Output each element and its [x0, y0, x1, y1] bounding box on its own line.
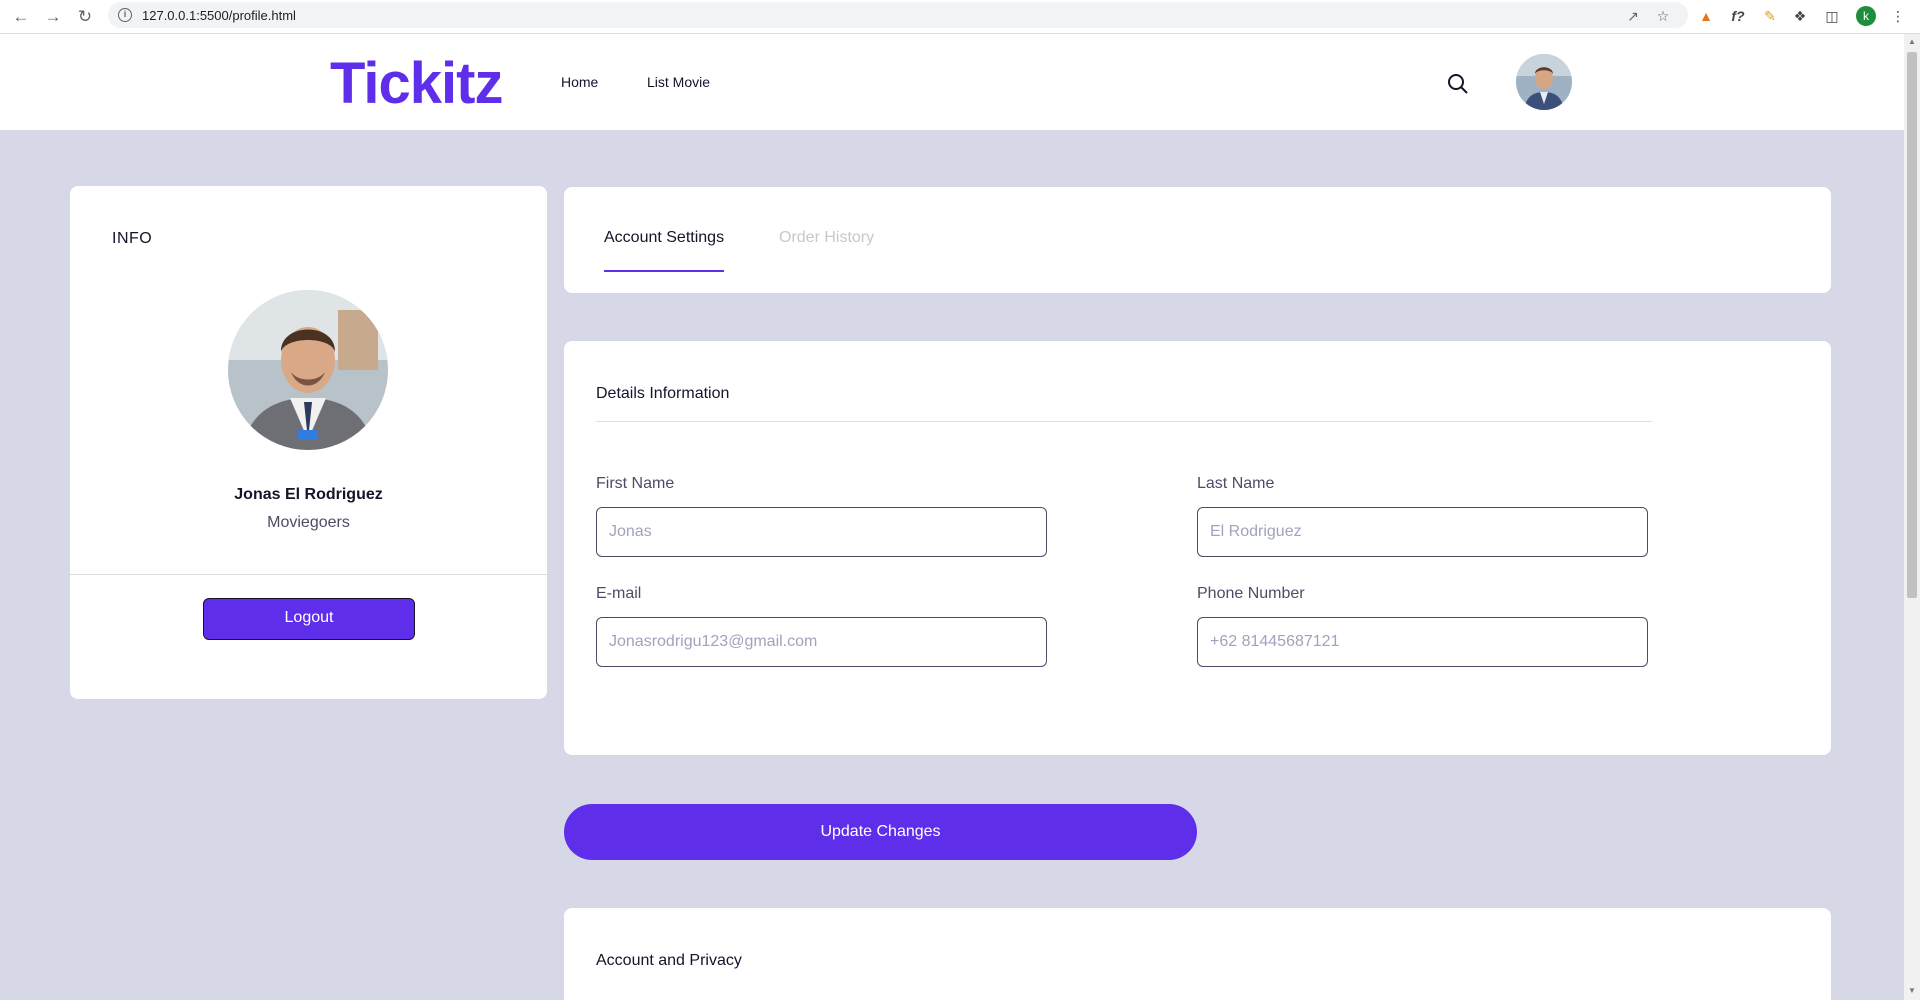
share-icon[interactable]: ↗: [1624, 7, 1642, 25]
divider: [596, 421, 1652, 422]
update-changes-button[interactable]: Update Changes: [564, 804, 1197, 860]
scroll-thumb[interactable]: [1907, 52, 1917, 598]
user-name: Jonas El Rodriguez: [234, 486, 383, 503]
settings-tabs: Account Settings Order History: [564, 187, 1831, 293]
details-information-card: Details Information First Name Last Name…: [564, 341, 1831, 755]
tab-order-history[interactable]: Order History: [779, 229, 874, 247]
last-name-label: Last Name: [1197, 475, 1275, 492]
metamask-extension-icon[interactable]: ▲: [1696, 6, 1716, 26]
phone-number-input[interactable]: [1197, 617, 1648, 667]
divider: [70, 574, 547, 575]
details-title: Details Information: [596, 385, 730, 402]
site-info-icon[interactable]: i: [118, 8, 132, 22]
browser-toolbar: ← → ↻ i 127.0.0.1:5500/profile.html ↗ ☆ …: [0, 0, 1920, 34]
last-name-input[interactable]: [1197, 507, 1648, 557]
logo[interactable]: Tickitz: [330, 50, 503, 117]
browser-profile-avatar[interactable]: k: [1856, 6, 1876, 26]
profile-info-card: INFO Jonas El Rodriguez Moviegoers Logou…: [70, 186, 547, 699]
page-scrollbar[interactable]: ▲ ▼: [1904, 34, 1920, 1000]
user-role: Moviegoers: [267, 514, 350, 531]
first-name-input[interactable]: [596, 507, 1047, 557]
phone-number-label: Phone Number: [1197, 585, 1305, 602]
email-label: E-mail: [596, 585, 642, 602]
back-icon[interactable]: ←: [10, 6, 32, 28]
address-bar[interactable]: i 127.0.0.1:5500/profile.html ↗ ☆: [108, 2, 1688, 28]
side-panel-icon[interactable]: ◫: [1822, 6, 1842, 26]
color-picker-extension-icon[interactable]: ✎: [1760, 6, 1780, 26]
header-avatar[interactable]: [1516, 54, 1572, 110]
tab-account-settings[interactable]: Account Settings: [604, 229, 724, 247]
forward-icon[interactable]: →: [42, 6, 64, 28]
account-privacy-card: Account and Privacy: [564, 908, 1831, 1000]
search-icon[interactable]: [1446, 72, 1470, 96]
first-name-label: First Name: [596, 475, 675, 492]
nav-home-link[interactable]: Home: [561, 74, 598, 90]
extensions-puzzle-icon[interactable]: ❖: [1790, 6, 1810, 26]
site-header: Tickitz Home List Movie: [0, 34, 1904, 130]
nav-list-movie-link[interactable]: List Movie: [647, 74, 710, 90]
account-privacy-title: Account and Privacy: [596, 952, 742, 969]
font-extension-icon[interactable]: f?: [1728, 6, 1748, 26]
email-input[interactable]: [596, 617, 1047, 667]
bookmark-star-icon[interactable]: ☆: [1654, 7, 1672, 25]
profile-avatar: [228, 290, 388, 450]
scroll-up-icon[interactable]: ▲: [1907, 37, 1917, 47]
logout-button[interactable]: Logout: [203, 598, 415, 640]
address-url[interactable]: 127.0.0.1:5500/profile.html: [142, 8, 296, 23]
active-tab-indicator: [604, 270, 724, 272]
browser-menu-icon[interactable]: ⋮: [1888, 6, 1908, 26]
scroll-down-icon[interactable]: ▼: [1907, 986, 1917, 996]
info-title: INFO: [112, 230, 153, 247]
reload-icon[interactable]: ↻: [74, 6, 96, 28]
